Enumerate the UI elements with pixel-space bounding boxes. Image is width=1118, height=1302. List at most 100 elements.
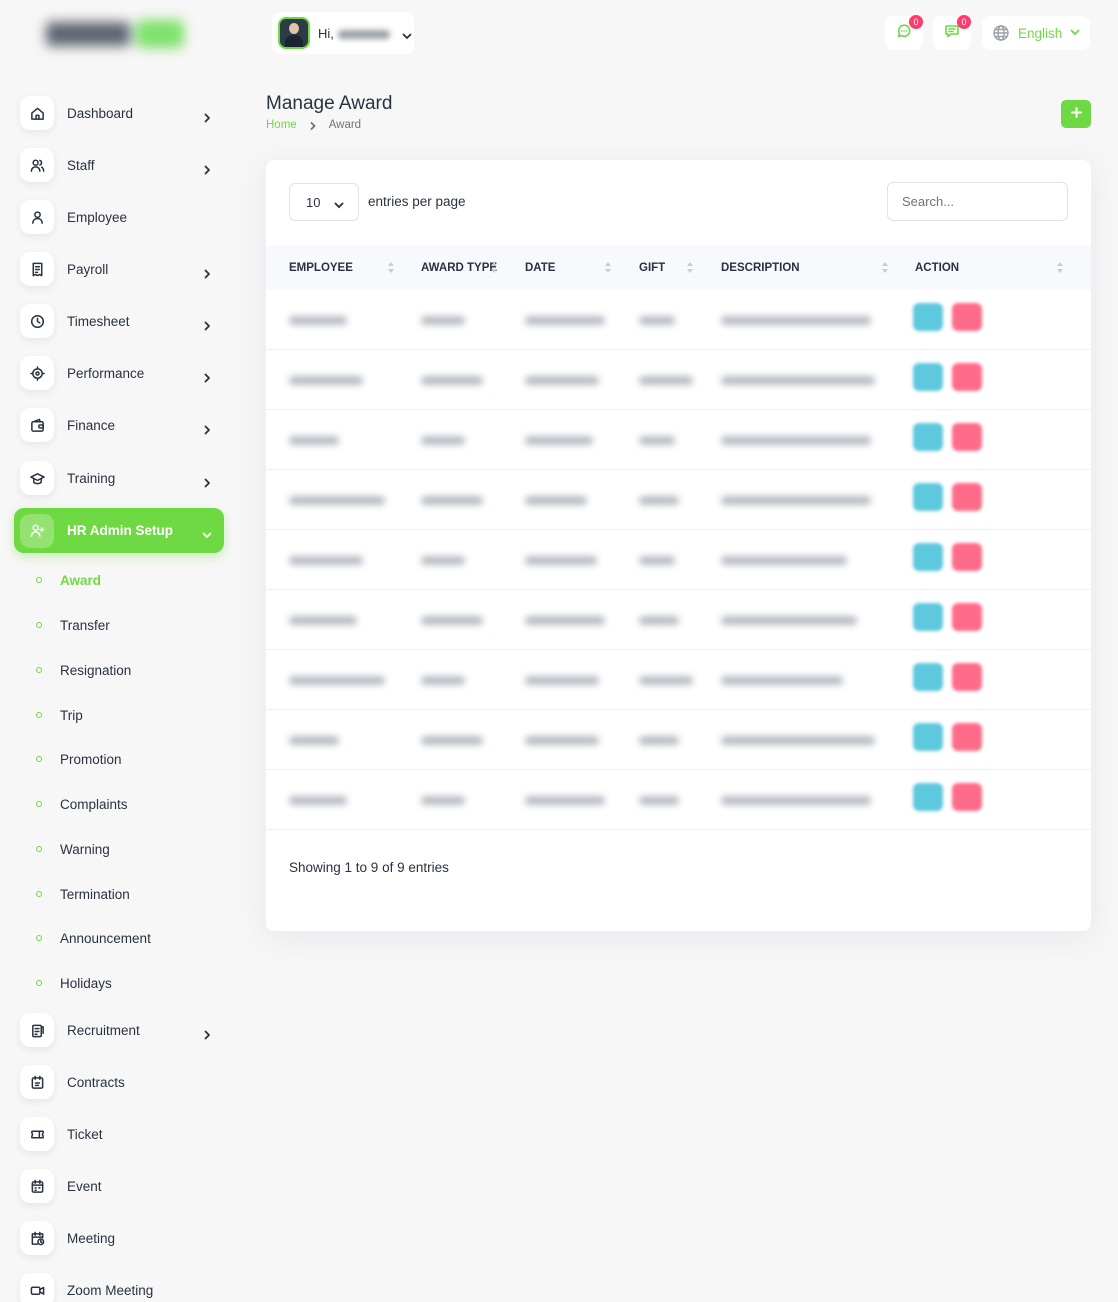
sidebar-subitem-resignation[interactable]: Resignation — [36, 660, 131, 680]
chevron-down-icon — [334, 197, 344, 209]
sidebar-item-training[interactable]: Training — [14, 455, 224, 501]
language-selector[interactable]: English — [982, 16, 1090, 50]
app-logo[interactable] — [46, 14, 186, 54]
column-header-award-type[interactable]: AWARD TYPE — [421, 245, 497, 290]
sidebar-item-label: Event — [67, 1178, 102, 1194]
clipboard-icon — [20, 1013, 54, 1047]
sidebar-item-label: Dashboard — [67, 105, 134, 121]
sidebar-item-employee[interactable]: Employee — [14, 194, 224, 240]
date-cell — [525, 376, 599, 385]
date-cell — [525, 796, 605, 805]
bullet-icon — [36, 846, 42, 852]
sidebar-subitem-label: Resignation — [60, 662, 132, 678]
sidebar-subitem-label: Complaints — [60, 796, 128, 812]
award-type-cell — [421, 736, 483, 745]
add-award-button[interactable] — [1061, 100, 1091, 128]
sidebar-item-label: Finance — [67, 417, 116, 433]
sidebar-subitem-holidays[interactable]: Holidays — [36, 973, 112, 993]
column-header-description[interactable]: DESCRIPTION — [721, 245, 800, 290]
delete-button[interactable] — [952, 483, 982, 511]
messages-button[interactable]: 0 — [885, 15, 923, 50]
sidebar-subitem-announcement[interactable]: Announcement — [36, 928, 151, 948]
sidebar-item-zoom-meeting[interactable]: Zoom Meeting — [14, 1267, 224, 1302]
sidebar-item-contracts[interactable]: Contracts — [14, 1059, 224, 1105]
column-header-employee[interactable]: EMPLOYEE — [289, 245, 353, 290]
sidebar-subitem-trip[interactable]: Trip — [36, 705, 83, 725]
employee-cell — [289, 556, 363, 565]
user-menu[interactable]: Hi, — [272, 12, 414, 54]
date-cell — [525, 676, 599, 685]
edit-button[interactable] — [913, 363, 943, 391]
edit-button[interactable] — [913, 603, 943, 631]
edit-button[interactable] — [913, 303, 943, 331]
sidebar-item-label: HR Admin Setup — [67, 523, 173, 538]
sidebar-item-finance[interactable]: Finance — [14, 402, 224, 448]
sidebar-item-ticket[interactable]: Ticket — [14, 1111, 224, 1157]
sidebar-subitem-award[interactable]: Award — [36, 570, 101, 590]
delete-button[interactable] — [952, 423, 982, 451]
delete-button[interactable] — [952, 543, 982, 571]
column-header-label: GIFT — [639, 261, 666, 274]
sidebar-item-timesheet[interactable]: Timesheet — [14, 298, 224, 344]
breadcrumb-home[interactable]: Home — [266, 119, 297, 131]
edit-button[interactable] — [913, 663, 943, 691]
chevron-right-icon — [202, 475, 212, 487]
sidebar-item-performance[interactable]: Performance — [14, 350, 224, 396]
delete-button[interactable] — [952, 723, 982, 751]
user-icon — [20, 200, 54, 234]
ticket-icon — [20, 1117, 54, 1151]
delete-button[interactable] — [952, 783, 982, 811]
chevron-right-icon — [202, 162, 212, 174]
video-icon — [20, 1273, 54, 1302]
sidebar-subitem-label: Announcement — [60, 930, 151, 946]
chevron-right-icon — [202, 370, 212, 382]
edit-button[interactable] — [913, 423, 943, 451]
gift-cell — [639, 556, 675, 565]
date-cell — [525, 556, 597, 565]
delete-button[interactable] — [952, 303, 982, 331]
sidebar-item-recruitment[interactable]: Recruitment — [14, 1007, 224, 1053]
sidebar-subitem-termination[interactable]: Termination — [36, 884, 130, 904]
gift-cell — [639, 616, 679, 625]
bullet-icon — [36, 622, 42, 628]
sidebar-subitem-complaints[interactable]: Complaints — [36, 794, 128, 814]
entries-per-page-select[interactable]: 10 — [289, 183, 359, 221]
sidebar-subitem-label: Holidays — [60, 975, 112, 991]
employee-cell — [289, 796, 347, 805]
column-header-action[interactable]: ACTION — [915, 245, 959, 290]
sidebar-subitem-transfer[interactable]: Transfer — [36, 615, 110, 635]
sidebar-subitem-promotion[interactable]: Promotion — [36, 749, 122, 769]
description-cell — [721, 316, 871, 325]
sidebar-item-meeting[interactable]: Meeting — [14, 1215, 224, 1261]
chevron-right-icon — [202, 1027, 212, 1039]
delete-button[interactable] — [952, 363, 982, 391]
edit-button[interactable] — [913, 543, 943, 571]
sidebar-item-label: Timesheet — [67, 313, 130, 329]
description-cell — [721, 436, 871, 445]
column-header-date[interactable]: DATE — [525, 245, 555, 290]
edit-button[interactable] — [913, 783, 943, 811]
table-row — [266, 710, 1091, 770]
delete-button[interactable] — [952, 663, 982, 691]
sidebar-subitem-warning[interactable]: Warning — [36, 839, 110, 859]
sidebar-item-staff[interactable]: Staff — [14, 142, 224, 188]
breadcrumb-current: Award — [328, 119, 362, 131]
date-cell — [525, 436, 593, 445]
sidebar-item-label: Meeting — [67, 1230, 116, 1246]
entries-per-page-value: 10 — [306, 194, 321, 210]
table-row — [266, 410, 1091, 470]
edit-button[interactable] — [913, 723, 943, 751]
search-input[interactable] — [887, 182, 1068, 221]
sidebar-item-event[interactable]: Event — [14, 1163, 224, 1209]
edit-button[interactable] — [913, 483, 943, 511]
sidebar-subitem-label: Award — [60, 572, 102, 588]
sidebar-item-payroll[interactable]: Payroll — [14, 246, 224, 292]
bullet-icon — [36, 712, 42, 718]
delete-button[interactable] — [952, 603, 982, 631]
description-cell — [721, 676, 843, 685]
column-header-gift[interactable]: GIFT — [639, 245, 665, 290]
sidebar-item-hr-admin-setup[interactable]: HR Admin Setup — [14, 508, 224, 553]
sidebar-subitem-label: Transfer — [60, 617, 110, 633]
sidebar-item-dashboard[interactable]: Dashboard — [14, 90, 224, 136]
chat-button[interactable]: 0 — [933, 15, 971, 50]
